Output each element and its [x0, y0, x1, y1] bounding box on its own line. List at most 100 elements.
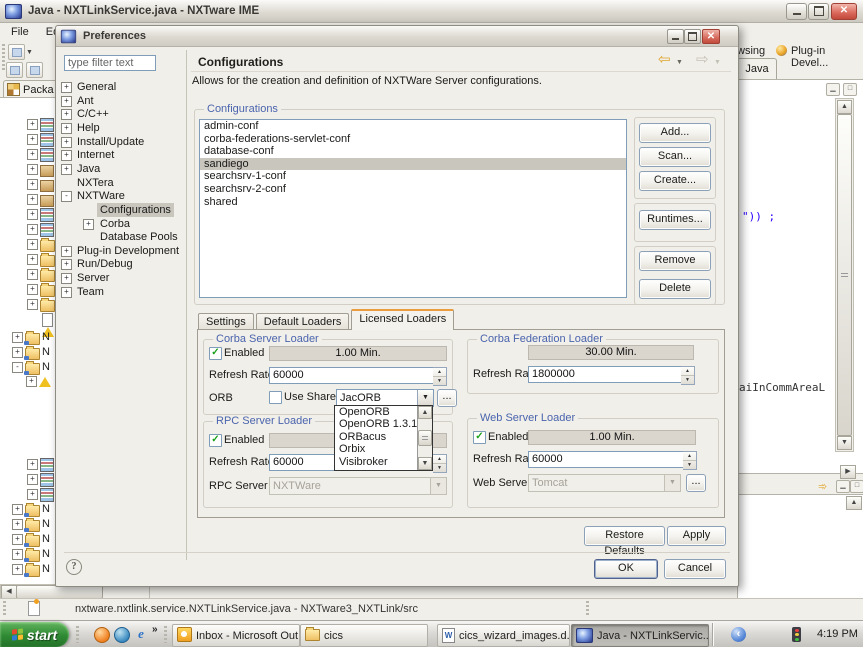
tree-expander-icon[interactable]: +	[27, 459, 38, 470]
pref-tree-item-database-pools[interactable]: Database Pools	[56, 230, 184, 244]
tree-expander-icon[interactable]: +	[12, 504, 23, 515]
config-list-item-searchsrv-2-conf[interactable]: searchsrv-2-conf	[200, 183, 626, 196]
dropdown-option-visibroker[interactable]: Visibroker	[335, 456, 419, 468]
spin-down-icon[interactable]: ▼	[433, 464, 446, 472]
taskbar-task-cics[interactable]: cics	[300, 624, 428, 647]
tab-licensed-loaders[interactable]: Licensed Loaders	[351, 309, 454, 330]
runtimes-button[interactable]: Runtimes...	[639, 210, 711, 230]
editor-scroll-right-icon[interactable]: ▶	[840, 465, 856, 479]
perspective-plugin-label[interactable]: Plug-in Devel...	[791, 45, 863, 69]
lower-view-maximize-icon[interactable]: □	[850, 480, 863, 493]
orb-browse-button[interactable]: ...	[437, 389, 457, 407]
corba-server-enabled-checkbox[interactable]	[209, 347, 222, 360]
scroll-thumb[interactable]	[837, 114, 852, 436]
config-list-item-corba-federations-servlet-conf[interactable]: corba-federations-servlet-conf	[200, 133, 626, 146]
nav-forward-icon[interactable]: ⇨	[696, 53, 709, 67]
tab-settings[interactable]: Settings	[198, 313, 254, 330]
tab-java-perspective[interactable]: Java	[737, 58, 777, 80]
tree-expander-icon[interactable]: +	[27, 134, 38, 145]
scroll-down-icon[interactable]: ▼	[837, 436, 852, 450]
web-server-browse-button[interactable]: ...	[686, 474, 706, 492]
tab-default-loaders[interactable]: Default Loaders	[256, 313, 350, 330]
spin-down-icon[interactable]: ▼	[683, 461, 696, 469]
perspective-browsing-label[interactable]: wsing	[737, 45, 765, 57]
tree-expander-icon[interactable]: +	[27, 254, 38, 265]
tree-expander-icon[interactable]: +	[27, 194, 38, 205]
web-enabled-checkbox[interactable]	[473, 431, 486, 444]
tree-expander-icon[interactable]: +	[12, 347, 23, 358]
tree-expander-icon[interactable]: +	[27, 239, 38, 250]
spin-up-icon[interactable]: ▲	[433, 455, 446, 464]
tree-expander-icon[interactable]: +	[61, 123, 72, 134]
pref-tree-item-install-update[interactable]: +Install/Update	[56, 135, 184, 149]
pref-tree-item-corba[interactable]: +Corba	[56, 217, 184, 231]
pref-tree-item-run-debug[interactable]: +Run/Debug	[56, 257, 184, 271]
dialog-minimize-button[interactable]	[667, 29, 684, 44]
tree-expander-icon[interactable]: +	[61, 96, 72, 107]
tree-expander-icon[interactable]: +	[27, 119, 38, 130]
filter-input[interactable]	[64, 55, 156, 71]
pref-tree-item-nxtera[interactable]: NXTera	[56, 176, 184, 190]
spin-up-icon[interactable]: ▲	[683, 452, 696, 461]
apply-button[interactable]: Apply	[667, 526, 726, 546]
ok-button[interactable]: OK	[594, 559, 658, 579]
main-close-button[interactable]: ✕	[831, 3, 857, 20]
lower-view-minimize-icon[interactable]: ▁	[836, 480, 850, 493]
scroll-thumb[interactable]	[418, 430, 432, 446]
toolbar-grip[interactable]	[2, 44, 5, 72]
web-refresh-input[interactable]: 60000	[528, 451, 684, 468]
taskbar-task-inbox-microsoft-out[interactable]: Inbox - Microsoft Out...	[172, 624, 300, 647]
pref-tree-item-team[interactable]: +Team	[56, 285, 184, 299]
main-minimize-button[interactable]	[786, 3, 807, 20]
tree-expander-icon[interactable]: +	[27, 299, 38, 310]
spin-down-icon[interactable]: ▼	[681, 376, 694, 384]
dialog-maximize-button[interactable]	[684, 29, 701, 44]
scroll-down-icon[interactable]: ▼	[418, 457, 432, 470]
tree-expander-icon[interactable]: +	[27, 179, 38, 190]
tree-expander-icon[interactable]: +	[26, 376, 37, 387]
nav-back-icon[interactable]: ⇦	[658, 53, 671, 67]
tree-expander-icon[interactable]: +	[61, 259, 72, 270]
toolbar-icon-3[interactable]	[26, 62, 43, 78]
nav-forward-caret-icon[interactable]: ▼	[714, 59, 721, 66]
tree-expander-icon[interactable]: +	[61, 82, 72, 93]
tree-expander-icon[interactable]: +	[27, 224, 38, 235]
quicklaunch-ie-icon[interactable]: e	[134, 627, 148, 641]
quicklaunch-grip[interactable]	[76, 626, 79, 643]
tree-expander-icon[interactable]: +	[61, 164, 72, 175]
pref-tree-item-nxtware[interactable]: -NXTWare	[56, 189, 184, 203]
restore-defaults-button[interactable]: Restore Defaults	[584, 526, 665, 546]
tree-expander-icon[interactable]: +	[27, 164, 38, 175]
lower-scroll-up-icon[interactable]: ▲	[846, 496, 862, 510]
pref-tree-item-plug-in-development[interactable]: +Plug-in Development	[56, 244, 184, 258]
tree-expander-icon[interactable]: +	[61, 137, 72, 148]
combo-dropdown-icon[interactable]: ▼	[417, 390, 433, 406]
dropdown-scrollbar[interactable]: ▲ ▼	[417, 406, 432, 470]
delete-button[interactable]: Delete	[639, 279, 711, 299]
tasks-grip[interactable]	[164, 626, 167, 643]
tree-expander-icon[interactable]: +	[27, 209, 38, 220]
toolbar-dropdown-caret-icon[interactable]: ▼	[26, 49, 33, 56]
quicklaunch-icon-1[interactable]	[94, 627, 110, 643]
dropdown-option-openorb-1-3-1[interactable]: OpenORB 1.3.1	[335, 418, 419, 430]
config-list-item-searchsrv-1-conf[interactable]: searchsrv-1-conf	[200, 170, 626, 183]
dropdown-option-orbacus[interactable]: ORBacus	[335, 431, 419, 443]
pref-tree-item-server[interactable]: +Server	[56, 271, 184, 285]
pref-tree-item-internet[interactable]: +Internet	[56, 148, 184, 162]
quicklaunch-icon-2[interactable]	[114, 627, 130, 643]
editor-maximize-icon[interactable]: □	[843, 83, 857, 96]
tree-expander-icon[interactable]: +	[61, 109, 72, 120]
taskbar-task-java-nxtlinkservic[interactable]: Java - NXTLinkServic...	[571, 624, 709, 647]
federation-refresh-input[interactable]: 1800000	[528, 366, 682, 383]
config-list-item-shared[interactable]: shared	[200, 196, 626, 209]
tree-expander-icon[interactable]: +	[61, 150, 72, 161]
spin-up-icon[interactable]: ▲	[433, 368, 446, 377]
dropdown-option-openorb[interactable]: OpenORB	[335, 406, 419, 418]
tree-expander-icon[interactable]: +	[61, 246, 72, 257]
dropdown-option-orbix[interactable]: Orbix	[335, 443, 419, 455]
scroll-thumb[interactable]	[16, 585, 103, 599]
tree-expander-icon[interactable]: +	[12, 534, 23, 545]
toolbar-new-wizard-icon[interactable]	[8, 44, 25, 60]
menu-file[interactable]: File	[4, 23, 36, 41]
tray-hide-icons-icon[interactable]: ‹	[731, 627, 746, 642]
